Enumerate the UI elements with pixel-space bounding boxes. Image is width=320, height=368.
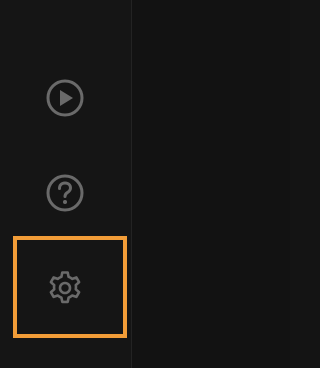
play-circle-icon [46, 79, 84, 117]
play-button[interactable] [40, 73, 90, 123]
gear-icon [49, 271, 81, 304]
question-circle-icon [46, 174, 84, 212]
sidebar [0, 0, 131, 368]
help-button[interactable] [40, 168, 90, 218]
settings-button[interactable] [40, 263, 90, 313]
app-window [0, 0, 290, 368]
main-panel [132, 0, 290, 368]
